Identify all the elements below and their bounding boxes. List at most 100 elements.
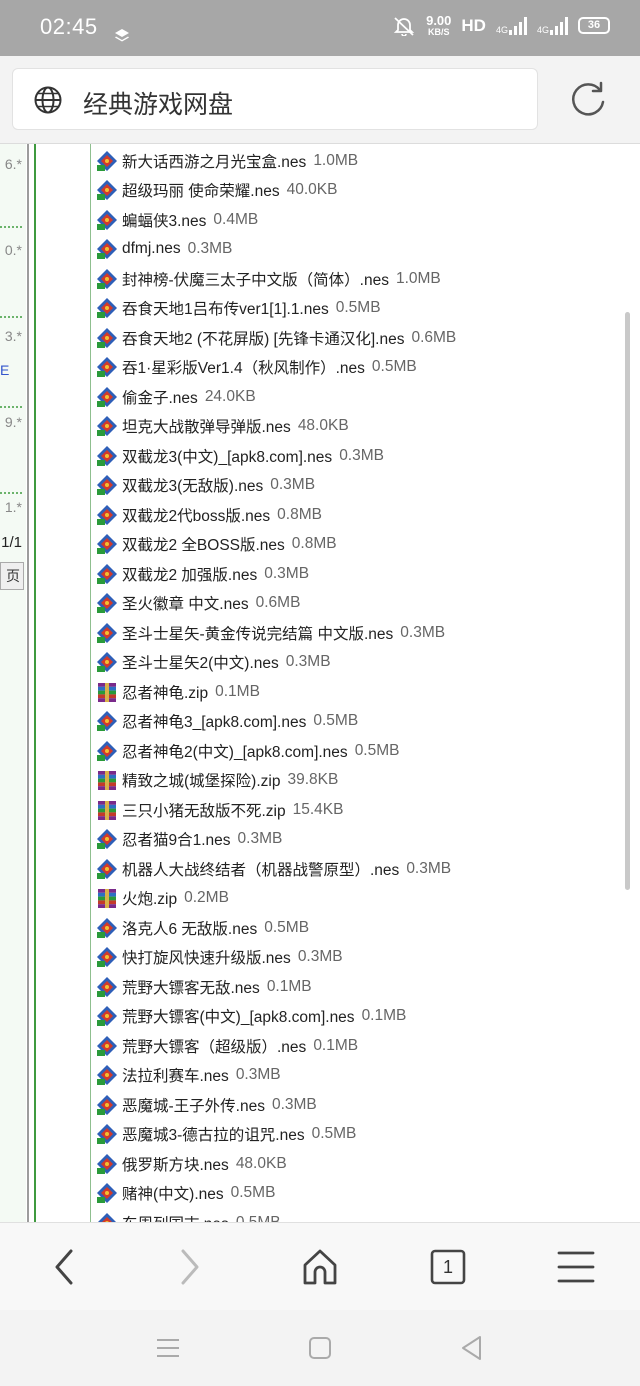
- nes-file-icon: [97, 357, 117, 378]
- file-name[interactable]: 忍者猫9合1.nes: [122, 828, 231, 850]
- file-size: 0.5MB: [371, 358, 417, 376]
- file-item[interactable]: 新大话西游之月光宝盒.nes 1.0MB: [96, 146, 456, 176]
- menu-button[interactable]: [552, 1243, 600, 1291]
- layers-icon: [115, 29, 129, 42]
- file-name[interactable]: 恶魔城-王子外传.nes: [122, 1094, 265, 1116]
- file-item[interactable]: 蝙蝠侠3.nes 0.4MB: [96, 205, 456, 235]
- file-item[interactable]: 双截龙3(无敌版).nes 0.3MB: [96, 471, 456, 501]
- recent-apps-icon[interactable]: [152, 1332, 184, 1364]
- file-item[interactable]: 双截龙3(中文)_[apk8.com].nes 0.3MB: [96, 441, 456, 471]
- file-item[interactable]: 圣斗士星矢-黄金传说完结篇 中文版.nes 0.3MB: [96, 618, 456, 648]
- reload-icon[interactable]: [566, 78, 610, 122]
- left-fragment-link[interactable]: E: [0, 362, 9, 378]
- home-button[interactable]: [296, 1243, 344, 1291]
- browser-toolbar: 1: [0, 1222, 640, 1310]
- file-name[interactable]: 法拉利赛车.nes: [122, 1064, 229, 1086]
- back-button[interactable]: [40, 1243, 88, 1291]
- file-name[interactable]: 荒野大镖客（超级版）.nes: [122, 1035, 306, 1057]
- file-item[interactable]: dfmj.nes 0.3MB: [96, 235, 456, 265]
- file-name[interactable]: 双截龙3(中文)_[apk8.com].nes: [122, 445, 332, 467]
- file-name[interactable]: 吞1·星彩版Ver1.4（秋风制作）.nes: [122, 356, 365, 378]
- nes-file-icon: [97, 150, 117, 171]
- file-name[interactable]: 超级玛丽 使命荣耀.nes: [122, 179, 280, 201]
- nes-file-icon: [97, 209, 117, 230]
- file-item[interactable]: 吞1·星彩版Ver1.4（秋风制作）.nes 0.5MB: [96, 353, 456, 383]
- file-item[interactable]: 火炮.zip 0.2MB: [96, 884, 456, 914]
- file-item[interactable]: 快打旋风快速升级版.nes 0.3MB: [96, 943, 456, 973]
- file-item[interactable]: 吞食天地2 (不花屏版) [先锋卡通汉化].nes 0.6MB: [96, 323, 456, 353]
- file-name[interactable]: 精致之城(城堡探险).zip: [122, 769, 280, 791]
- file-name[interactable]: 吞食天地2 (不花屏版) [先锋卡通汉化].nes: [122, 327, 404, 349]
- tabs-button[interactable]: 1: [424, 1243, 472, 1291]
- file-item[interactable]: 恶魔城3-德古拉的诅咒.nes 0.5MB: [96, 1120, 456, 1150]
- file-name[interactable]: 忍者神龟2(中文)_[apk8.com].nes: [122, 740, 348, 762]
- file-item[interactable]: 双截龙2 加强版.nes 0.3MB: [96, 559, 456, 589]
- file-item[interactable]: 圣火徽章 中文.nes 0.6MB: [96, 589, 456, 619]
- file-item[interactable]: 三只小猪无敌版不死.zip 15.4KB: [96, 795, 456, 825]
- file-name[interactable]: 封神榜-伏魔三太子中文版（简体）.nes: [122, 268, 389, 290]
- file-name[interactable]: 双截龙3(无敌版).nes: [122, 474, 263, 496]
- forward-button[interactable]: [166, 1243, 214, 1291]
- file-item[interactable]: 精致之城(城堡探险).zip 39.8KB: [96, 766, 456, 796]
- file-item[interactable]: 双截龙2 全BOSS版.nes 0.8MB: [96, 530, 456, 560]
- file-name[interactable]: 三只小猪无敌版不死.zip: [122, 799, 286, 821]
- nes-file-icon: [97, 711, 117, 732]
- file-item[interactable]: 洛克人6 无敌版.nes 0.5MB: [96, 913, 456, 943]
- file-item[interactable]: 双截龙2代boss版.nes 0.8MB: [96, 500, 456, 530]
- file-item[interactable]: 荒野大镖客无敌.nes 0.1MB: [96, 972, 456, 1002]
- file-item[interactable]: 超级玛丽 使命荣耀.nes 40.0KB: [96, 176, 456, 206]
- file-item[interactable]: 赌神(中文).nes 0.5MB: [96, 1179, 456, 1209]
- file-name[interactable]: 偷金子.nes: [122, 386, 198, 408]
- file-name[interactable]: 荒野大镖客无敌.nes: [122, 976, 260, 998]
- file-name[interactable]: 双截龙2 加强版.nes: [122, 563, 257, 585]
- file-item[interactable]: 法拉利赛车.nes 0.3MB: [96, 1061, 456, 1091]
- file-size: 0.3MB: [187, 240, 233, 258]
- file-name[interactable]: 圣斗士星矢2(中文).nes: [122, 651, 279, 673]
- file-name[interactable]: 圣火徽章 中文.nes: [122, 592, 249, 614]
- home-square-icon[interactable]: [304, 1332, 336, 1364]
- file-name[interactable]: 东周列国志.nes: [122, 1212, 229, 1222]
- file-name[interactable]: 俄罗斯方块.nes: [122, 1153, 229, 1175]
- file-item[interactable]: 圣斗士星矢2(中文).nes 0.3MB: [96, 648, 456, 678]
- file-name[interactable]: 恶魔城3-德古拉的诅咒.nes: [122, 1123, 305, 1145]
- url-field[interactable]: 经典游戏网盘: [12, 68, 538, 130]
- file-name[interactable]: 火炮.zip: [122, 887, 177, 909]
- file-name[interactable]: 洛克人6 无敌版.nes: [122, 917, 257, 939]
- scrollbar[interactable]: [625, 312, 630, 890]
- file-item[interactable]: 忍者神龟.zip 0.1MB: [96, 677, 456, 707]
- file-name[interactable]: 忍者神龟3_[apk8.com].nes: [122, 710, 306, 732]
- file-size: 0.1MB: [266, 977, 312, 995]
- file-name[interactable]: 新大话西游之月光宝盒.nes: [122, 150, 306, 172]
- file-item[interactable]: 忍者神龟3_[apk8.com].nes 0.5MB: [96, 707, 456, 737]
- file-item[interactable]: 机器人大战终结者（机器战警原型）.nes 0.3MB: [96, 854, 456, 884]
- file-item[interactable]: 坦克大战散弹导弹版.nes 48.0KB: [96, 412, 456, 442]
- file-item[interactable]: 忍者神龟2(中文)_[apk8.com].nes 0.5MB: [96, 736, 456, 766]
- file-name[interactable]: 荒野大镖客(中文)_[apk8.com].nes: [122, 1005, 355, 1027]
- file-name[interactable]: 圣斗士星矢-黄金传说完结篇 中文版.nes: [122, 622, 393, 644]
- file-item[interactable]: 忍者猫9合1.nes 0.3MB: [96, 825, 456, 855]
- nes-file-icon: [97, 917, 117, 938]
- file-name[interactable]: dfmj.nes: [122, 240, 181, 258]
- file-name[interactable]: 机器人大战终结者（机器战警原型）.nes: [122, 858, 399, 880]
- file-item[interactable]: 荒野大镖客（超级版）.nes 0.1MB: [96, 1031, 456, 1061]
- file-item[interactable]: 吞食天地1吕布传ver1[1].1.nes 0.5MB: [96, 294, 456, 324]
- file-item[interactable]: 恶魔城-王子外传.nes 0.3MB: [96, 1090, 456, 1120]
- back-triangle-icon[interactable]: [456, 1332, 488, 1364]
- status-bar: 02:45 9.00 KB/S HD 4G 4G 36: [0, 0, 640, 56]
- file-item[interactable]: 封神榜-伏魔三太子中文版（简体）.nes 1.0MB: [96, 264, 456, 294]
- file-item[interactable]: 俄罗斯方块.nes 48.0KB: [96, 1149, 456, 1179]
- page-button[interactable]: 页: [0, 562, 24, 590]
- file-item[interactable]: 荒野大镖客(中文)_[apk8.com].nes 0.1MB: [96, 1002, 456, 1032]
- file-name[interactable]: 吞食天地1吕布传ver1[1].1.nes: [122, 297, 329, 319]
- file-name[interactable]: 蝙蝠侠3.nes: [122, 209, 206, 231]
- left-fragment: 6.*: [4, 156, 22, 172]
- file-name[interactable]: 坦克大战散弹导弹版.nes: [122, 415, 291, 437]
- nes-file-icon: [97, 416, 117, 437]
- file-item[interactable]: 东周列国志.nes 0.5MB: [96, 1208, 456, 1222]
- file-name[interactable]: 忍者神龟.zip: [122, 681, 208, 703]
- file-name[interactable]: 快打旋风快速升级版.nes: [122, 946, 291, 968]
- file-name[interactable]: 双截龙2代boss版.nes: [122, 504, 270, 526]
- file-name[interactable]: 双截龙2 全BOSS版.nes: [122, 533, 285, 555]
- file-name[interactable]: 赌神(中文).nes: [122, 1182, 224, 1204]
- file-item[interactable]: 偷金子.nes 24.0KB: [96, 382, 456, 412]
